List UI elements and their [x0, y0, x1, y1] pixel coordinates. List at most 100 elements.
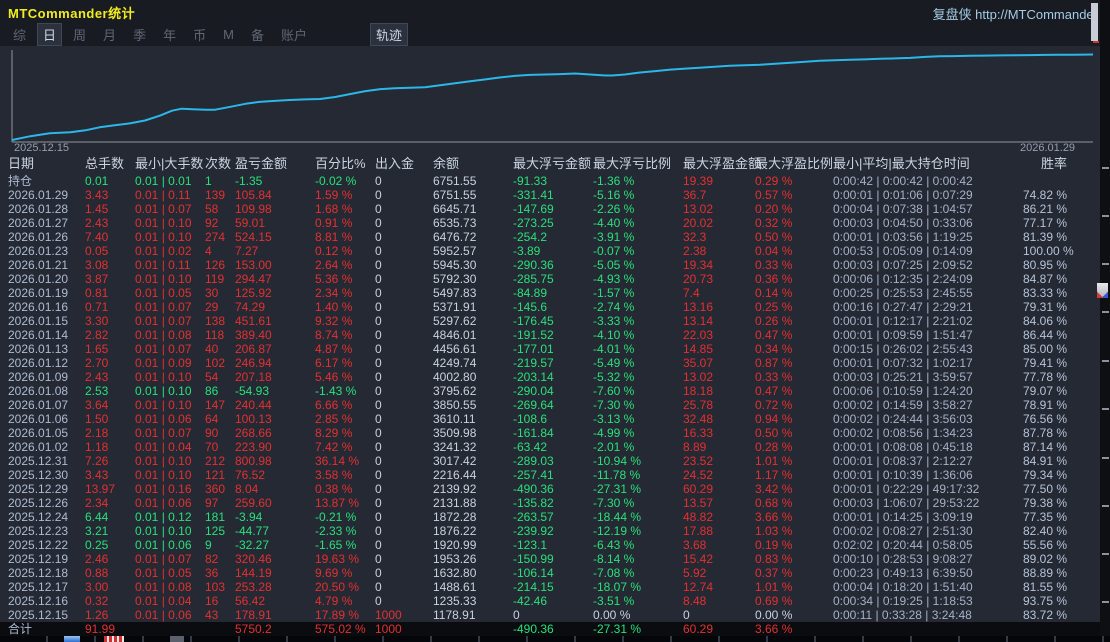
table-cell: 13.87 %	[315, 496, 375, 510]
table-cell: 119	[205, 272, 235, 286]
menu-tab-日[interactable]: 日	[38, 24, 61, 45]
brand-link[interactable]: 复盘侠 http://MTCommander	[933, 4, 1098, 23]
table-row[interactable]: 2025.12.151.260.01 | 0.0643178.9117.89 %…	[0, 608, 1100, 622]
table-row[interactable]: 2026.01.293.430.01 | 0.11139105.841.59 %…	[0, 188, 1100, 202]
table-cell: 0.01 | 0.04	[135, 440, 205, 454]
table-cell: 0.01 | 0.06	[135, 538, 205, 552]
table-cell: 54	[205, 370, 235, 384]
table-row[interactable]: 2025.12.262.340.01 | 0.0697259.6013.87 %…	[0, 496, 1100, 510]
table-cell: 2025.12.31	[8, 454, 85, 468]
table-row[interactable]: 2025.12.233.210.01 | 0.10125-44.77-2.33 …	[0, 524, 1100, 538]
table-cell: 0:00:02 | 0:24:44 | 3:56:03	[833, 412, 1023, 426]
table-row[interactable]: 2026.01.052.180.01 | 0.0790268.668.29 %0…	[0, 426, 1100, 440]
table-cell: 0	[375, 202, 433, 216]
table-cell: 1.50	[85, 412, 135, 426]
table-cell: 0	[375, 174, 433, 188]
table-cell: 153.00	[235, 258, 315, 272]
table-row[interactable]: 2025.12.160.320.01 | 0.041656.424.79 %01…	[0, 594, 1100, 608]
table-row[interactable]: 2026.01.267.400.01 | 0.10274524.158.81 %…	[0, 230, 1100, 244]
table-cell: -5.49 %	[593, 356, 683, 370]
table-row[interactable]: 2026.01.131.650.01 | 0.0740206.874.87 %0…	[0, 342, 1100, 356]
table-cell: 0	[375, 188, 433, 202]
table-cell: 86.21 %	[1023, 202, 1110, 216]
table-row[interactable]: 2026.01.082.530.01 | 0.1086-54.93-1.43 %…	[0, 384, 1100, 398]
table-row[interactable]: 2025.12.246.440.01 | 0.12181-3.94-0.21 %…	[0, 510, 1100, 524]
table-row[interactable]: 2026.01.160.710.01 | 0.072974.291.40 %05…	[0, 300, 1100, 314]
table-cell: 118	[205, 328, 235, 342]
table-cell: 55.56 %	[1023, 538, 1110, 552]
table-cell: 3.58 %	[315, 468, 375, 482]
table-cell: 0	[513, 608, 593, 622]
table-cell: 524.15	[235, 230, 315, 244]
table-cell: 125.92	[235, 286, 315, 300]
menu-tab-年[interactable]: 年	[158, 24, 181, 45]
table-cell: 0:00:15 | 0:26:02 | 2:55:43	[833, 342, 1023, 356]
table-cell: 79.07 %	[1023, 384, 1110, 398]
table-cell: 0.81	[85, 286, 135, 300]
table-row[interactable]: 2026.01.230.050.01 | 0.0247.270.12 %0595…	[0, 244, 1100, 258]
table-cell: -269.64	[513, 398, 593, 412]
table-row[interactable]: 2026.01.092.430.01 | 0.1054207.185.46 %0…	[0, 370, 1100, 384]
table-cell: 36	[205, 566, 235, 580]
table-cell: -44.77	[235, 524, 315, 538]
table-cell: 1.59 %	[315, 188, 375, 202]
table-cell: -4.01 %	[593, 342, 683, 356]
table-cell: 3241.32	[433, 440, 513, 454]
table-row[interactable]: 2025.12.180.880.01 | 0.0536144.199.69 %0…	[0, 566, 1100, 580]
table-row[interactable]: 2026.01.061.500.01 | 0.0664100.132.85 %0…	[0, 412, 1100, 426]
table-cell: 2026.01.12	[8, 356, 85, 370]
table-row[interactable]: 2026.01.213.080.01 | 0.11126153.002.64 %…	[0, 258, 1100, 272]
table-cell: 0.01 | 0.11	[135, 188, 205, 202]
table-row[interactable]: 2025.12.303.430.01 | 0.1012176.523.58 %0…	[0, 468, 1100, 482]
menu-tab-月[interactable]: 月	[98, 24, 121, 45]
menu-tab-币[interactable]: 币	[188, 24, 211, 45]
table-row[interactable]: 2025.12.173.000.01 | 0.08103253.2820.50 …	[0, 580, 1100, 594]
taskbar-app-icon[interactable]	[104, 636, 124, 642]
table-row[interactable]: 2025.12.2913.970.01 | 0.163608.040.38 %0…	[0, 482, 1100, 496]
table-row[interactable]: 2026.01.073.640.01 | 0.10147240.446.66 %…	[0, 398, 1100, 412]
table-cell: 0.14 %	[755, 286, 833, 300]
table-cell: 93.75 %	[1023, 594, 1110, 608]
table-row[interactable]: 2026.01.272.430.01 | 0.109259.010.91 %06…	[0, 216, 1100, 230]
table-cell: 0	[375, 230, 433, 244]
menu-tab-M[interactable]: M	[218, 26, 239, 43]
table-row[interactable]: 2026.01.190.810.01 | 0.0530125.922.34 %0…	[0, 286, 1100, 300]
table-cell: 138	[205, 314, 235, 328]
table-cell: 7.4	[683, 286, 755, 300]
table-cell: 82	[205, 552, 235, 566]
table-cell: 246.94	[235, 356, 315, 370]
table-cell: 5497.83	[433, 286, 513, 300]
table-row[interactable]: 2026.01.142.820.01 | 0.08118389.408.74 %…	[0, 328, 1100, 342]
menu-tab-周[interactable]: 周	[68, 24, 91, 45]
table-cell: 2.53	[85, 384, 135, 398]
taskbar-app-icon[interactable]	[64, 636, 80, 642]
table-row[interactable]: 2026.01.203.870.01 | 0.10119294.475.36 %…	[0, 272, 1100, 286]
table-cell: 2025.12.16	[8, 594, 85, 608]
menu-tab-综[interactable]: 综	[8, 24, 31, 45]
taskbar-app-icon[interactable]	[170, 636, 184, 642]
table-cell: 0	[375, 272, 433, 286]
menu-tab-账户[interactable]: 账户	[276, 24, 312, 45]
trajectory-tab[interactable]: 轨迹	[371, 24, 407, 45]
table-cell: -191.52	[513, 328, 593, 342]
table-cell: -290.36	[513, 258, 593, 272]
table-cell: 0:00:01 | 0:09:59 | 1:51:47	[833, 328, 1023, 342]
menu-tab-备[interactable]: 备	[246, 24, 269, 45]
x-axis-end-label: 2026.01.29	[1020, 142, 1075, 154]
table-row[interactable]: 2025.12.192.460.01 | 0.0782320.4619.63 %…	[0, 552, 1100, 566]
equity-chart	[0, 46, 1100, 154]
table-row[interactable]: 2026.01.281.450.01 | 0.0758109.981.68 %0…	[0, 202, 1100, 216]
total-row[interactable]: 合计91.995750.2575.02 %1000-490.36-27.31 %…	[0, 622, 1100, 637]
menu-tab-季[interactable]: 季	[128, 24, 151, 45]
table-cell: 0:00:03 | 0:04:50 | 0:33:06	[833, 216, 1023, 230]
table-cell: 0:00:01 | 0:22:29 | 49:17:32	[833, 482, 1023, 496]
table-row[interactable]: 持仓0.010.01 | 0.011-1.35-0.02 %06751.55-9…	[0, 174, 1100, 188]
table-row[interactable]: 2026.01.153.300.01 | 0.07138451.619.32 %…	[0, 314, 1100, 328]
table-cell: 147	[205, 398, 235, 412]
table-cell: 80.95 %	[1023, 258, 1110, 272]
table-row[interactable]: 2026.01.021.180.01 | 0.0470223.907.42 %0…	[0, 440, 1100, 454]
table-row[interactable]: 2025.12.317.260.01 | 0.10212800.9836.14 …	[0, 454, 1100, 468]
table-cell: 0:00:01 | 0:12:17 | 2:21:02	[833, 314, 1023, 328]
table-row[interactable]: 2026.01.122.700.01 | 0.09102246.946.17 %…	[0, 356, 1100, 370]
table-row[interactable]: 2025.12.220.250.01 | 0.069-32.27-1.65 %0…	[0, 538, 1100, 552]
